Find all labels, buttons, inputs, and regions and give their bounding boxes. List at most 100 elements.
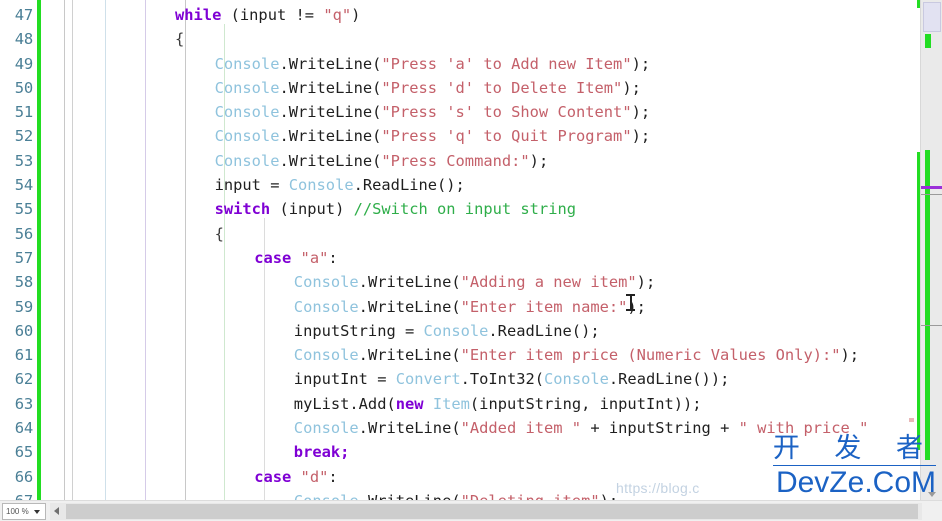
scroll-down-arrow-icon[interactable]: [928, 492, 936, 497]
code-token-plain: inputString =: [293, 321, 424, 340]
code-token-plain: );: [636, 273, 656, 292]
code-token-type: Console: [214, 54, 280, 73]
code-token-plain: (: [221, 6, 240, 24]
code-token-str: "Enter item price (Numeric Values Only):…: [460, 346, 841, 365]
code-token-plain: input =: [214, 176, 289, 195]
code-token-cmt: //Switch on input string: [353, 200, 576, 219]
code-token-plain: :: [328, 467, 338, 486]
code-line[interactable]: Console.WriteLine("Deleting item");: [0, 489, 942, 500]
code-token-plain: .WriteLine(: [358, 273, 461, 292]
code-text-layer[interactable]: while (input != "q"){Console.WriteLine("…: [0, 0, 942, 500]
code-token-plain: + inputString +: [581, 419, 739, 438]
editor-bottom-bar: 100 %: [0, 500, 942, 521]
code-token-type: Convert: [395, 370, 461, 389]
code-token-plain: (inputString, inputInt));: [469, 394, 702, 413]
code-token-str: "Press 'q' to Quit Program": [381, 127, 632, 146]
code-token-plain: .WriteLine(: [358, 419, 461, 438]
code-token-plain: .WriteLine(: [359, 492, 461, 500]
code-line[interactable]: Console.WriteLine("Press 'a' to Add new …: [0, 52, 942, 76]
code-token-plain: .ReadLine());: [608, 370, 730, 389]
chevron-down-icon: [34, 509, 40, 514]
zoom-level-dropdown[interactable]: 100 %: [2, 503, 46, 520]
code-token-plain: ): [351, 6, 361, 24]
code-token-str: "q": [323, 6, 352, 24]
code-line[interactable]: input = Console.ReadLine();: [0, 173, 942, 197]
code-token-plain: .ReadLine();: [353, 176, 465, 195]
code-token-kw: switch: [214, 200, 271, 219]
code-token-brace: {: [214, 224, 224, 243]
code-token-type: Console: [214, 151, 280, 170]
code-token-plain: .WriteLine(: [279, 103, 382, 122]
code-line[interactable]: Console.WriteLine("Enter item name:");: [0, 295, 942, 319]
code-line[interactable]: break;: [0, 440, 942, 464]
code-token-type: Console: [544, 370, 609, 389]
code-line[interactable]: while (input != "q"): [0, 3, 942, 27]
code-token-type: Console: [288, 176, 354, 195]
code-line[interactable]: {: [0, 27, 942, 51]
code-token-plain: .WriteLine(: [358, 297, 461, 316]
code-line[interactable]: Console.WriteLine("Enter item price (Num…: [0, 343, 942, 367]
editor-window: 47 48 49 50 51 52 53 54 55 56 57 58 59 60 61 62 63 64 65 66…: [0, 0, 942, 521]
code-token-plain: );: [600, 492, 619, 500]
scrollbar-region-marker: [921, 325, 942, 326]
code-token-type: Console: [214, 103, 280, 122]
code-token-brace: {: [175, 30, 185, 49]
code-line[interactable]: switch (input) //Switch on input string: [0, 197, 942, 221]
code-token-plain: !=: [286, 6, 324, 24]
code-line[interactable]: case "a":: [0, 246, 942, 270]
code-line[interactable]: case "d":: [0, 465, 942, 489]
code-token-plain: );: [627, 297, 646, 316]
code-token-str: "Enter item name:": [460, 297, 628, 316]
code-token-type: Console: [423, 321, 489, 340]
vertical-scrollbar-thumb[interactable]: [923, 2, 941, 32]
code-token-type: Console: [294, 492, 359, 500]
code-token-plain: .ReadLine();: [488, 321, 600, 340]
code-token-plain: );: [631, 54, 651, 73]
code-token-plain: .WriteLine(: [279, 54, 382, 73]
code-token-type: Console: [214, 78, 280, 97]
horizontal-scrollbar[interactable]: [50, 503, 922, 520]
code-token-str: " with price ": [738, 419, 869, 438]
code-line[interactable]: {: [0, 222, 942, 246]
code-line[interactable]: Console.WriteLine("Press 'd' to Delete I…: [0, 76, 942, 100]
code-line[interactable]: Console.WriteLine("Adding a new item");: [0, 270, 942, 294]
code-token-plain: .WriteLine(: [358, 346, 461, 365]
scrollbar-region-marker: [921, 194, 942, 195]
code-token-str: "d": [300, 467, 329, 486]
code-line[interactable]: Console.WriteLine("Press Command:");: [0, 149, 942, 173]
code-token-str: "Press 's' to Show Content": [381, 103, 632, 122]
code-token-plain: );: [622, 78, 641, 97]
code-token-kw: break;: [293, 443, 350, 462]
scroll-left-arrow-icon[interactable]: [54, 507, 59, 515]
horizontal-scrollbar-thumb[interactable]: [66, 504, 918, 519]
vertical-scrollbar[interactable]: [920, 0, 942, 500]
code-token-plain: );: [529, 151, 549, 170]
code-token-type: Item: [432, 394, 470, 413]
code-token-plain: (input): [270, 200, 354, 219]
code-token-str: "Press Command:": [381, 151, 530, 170]
code-token-kw: case: [254, 467, 292, 486]
code-token-type: Console: [293, 273, 359, 292]
code-editor-surface[interactable]: 47 48 49 50 51 52 53 54 55 56 57 58 59 60 61 62 63 64 65 66…: [0, 0, 942, 500]
code-token-plain: .WriteLine(: [279, 151, 382, 170]
code-line[interactable]: inputInt = Convert.ToInt32(Console.ReadL…: [0, 367, 942, 391]
code-token-plain: );: [631, 127, 651, 146]
scrollbar-change-mark: [925, 150, 930, 460]
code-token-plain: myList.Add(: [293, 394, 396, 413]
code-line[interactable]: inputString = Console.ReadLine();: [0, 319, 942, 343]
code-line[interactable]: myList.Add(new Item(inputString, inputIn…: [0, 392, 942, 416]
code-token-str: "a": [300, 248, 329, 267]
code-line[interactable]: Console.WriteLine("Press 's' to Show Con…: [0, 100, 942, 124]
code-token-type: Console: [293, 419, 359, 438]
code-line[interactable]: Console.WriteLine("Press 'q' to Quit Pro…: [0, 124, 942, 148]
code-token-type: Console: [293, 346, 359, 365]
compression-artifact: [909, 418, 914, 422]
code-token-plain: .WriteLine(: [279, 127, 382, 146]
code-token-kw: new: [395, 394, 424, 413]
scrollbar-caret-marker: [921, 186, 942, 189]
code-line[interactable]: Console.WriteLine("Added item " + inputS…: [0, 416, 942, 440]
code-token-str: "Deleting item": [461, 492, 600, 500]
code-token-type: Console: [293, 297, 359, 316]
